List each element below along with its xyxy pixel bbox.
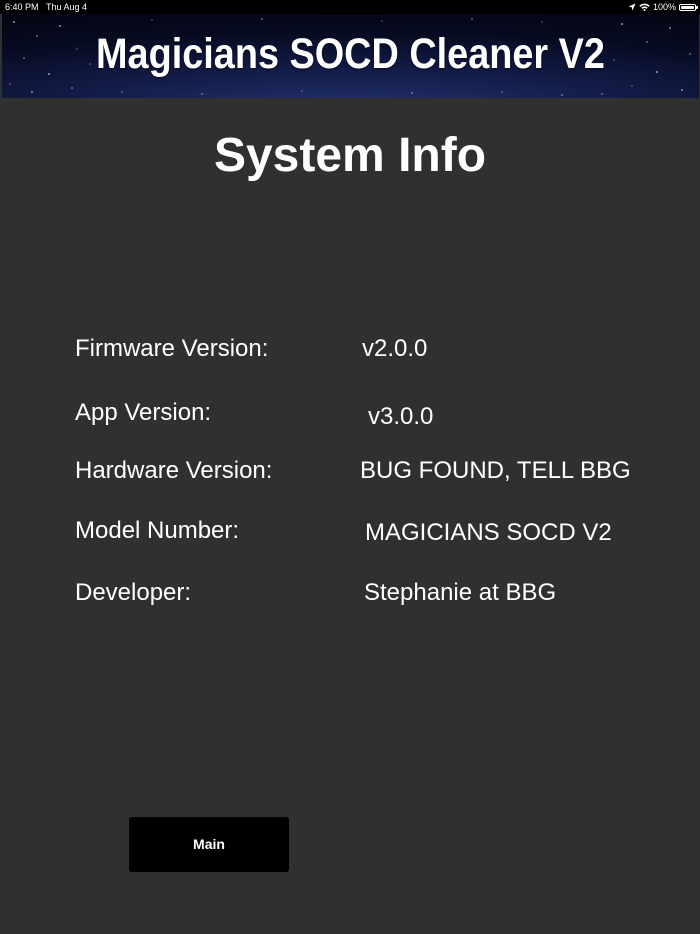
app-version-label: App Version: — [75, 399, 212, 426]
app-banner: Magicians SOCD Cleaner V2 — [2, 14, 699, 98]
main-button[interactable]: Main — [129, 817, 289, 872]
page-title: System Info — [213, 129, 487, 182]
banner-title: Magicians SOCD Cleaner V2 — [96, 30, 605, 78]
battery-icon — [679, 3, 698, 11]
app-version-value: v3.0.0 — [368, 403, 434, 430]
firmware-version-value: v2.0.0 — [362, 335, 428, 362]
battery-percent: 100% — [652, 2, 676, 12]
hardware-version-label: Hardware Version: — [75, 457, 273, 484]
status-bar: 6:40 PM Thu Aug 4 100% — [0, 0, 700, 14]
wifi-icon — [639, 3, 650, 11]
status-date: Thu Aug 4 — [46, 2, 88, 12]
model-number-label: Model Number: — [75, 517, 240, 544]
location-icon — [628, 3, 636, 11]
status-indicators: 100% — [628, 0, 698, 14]
developer-value: Stephanie at BBG — [364, 579, 557, 606]
model-number-value: MAGICIANS SOCD V2 — [365, 519, 612, 546]
status-time: 6:40 PM — [5, 2, 39, 12]
firmware-version-label: Firmware Version: — [75, 335, 269, 362]
hardware-version-value: BUG FOUND, TELL BBG — [360, 457, 631, 484]
developer-label: Developer: — [75, 579, 192, 606]
